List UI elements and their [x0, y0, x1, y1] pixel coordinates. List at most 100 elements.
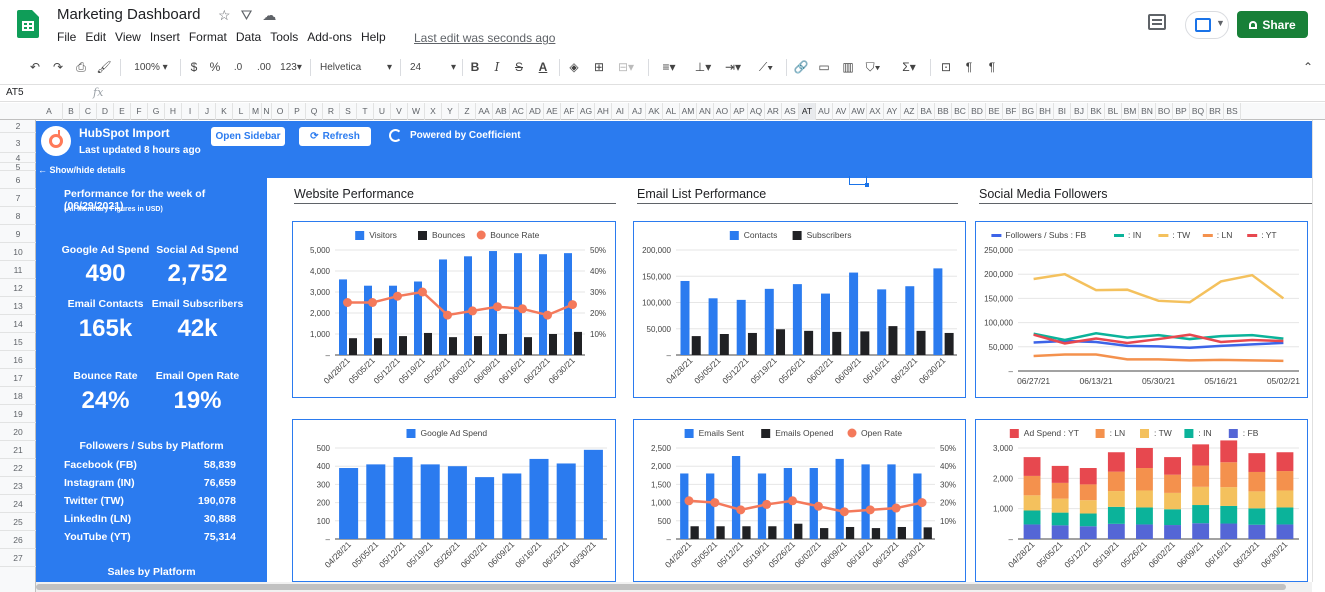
borders-icon[interactable]: ⊞ — [591, 56, 607, 78]
row-header[interactable]: 13 — [0, 297, 36, 315]
column-header[interactable]: I — [182, 103, 199, 120]
column-header[interactable]: AS — [782, 103, 799, 120]
column-header[interactable]: J — [199, 103, 216, 120]
column-header[interactable]: C — [80, 103, 97, 120]
insert-chart-icon[interactable]: ▥ — [840, 56, 856, 78]
column-header[interactable]: S — [340, 103, 357, 120]
column-header[interactable]: AN — [697, 103, 714, 120]
undo-icon[interactable]: ↶ — [27, 56, 43, 78]
column-header[interactable]: O — [272, 103, 289, 120]
row-header[interactable]: 12 — [0, 279, 36, 297]
row-header[interactable]: 15 — [0, 333, 36, 351]
menu-addons[interactable]: Add-ons — [307, 30, 358, 44]
filter-icon[interactable]: ⛉▾ — [862, 56, 884, 78]
show-hide-details[interactable]: ← Show/hide details — [38, 165, 126, 175]
column-header[interactable]: AD — [527, 103, 544, 120]
column-header[interactable]: AA — [476, 103, 493, 120]
merge-cells-icon[interactable]: ⊟▾ — [614, 56, 638, 78]
vertical-scrollbar[interactable] — [1312, 120, 1325, 582]
scrollbar-thumb[interactable] — [36, 584, 1286, 590]
column-header[interactable]: BN — [1139, 103, 1156, 120]
column-header[interactable]: BP — [1173, 103, 1190, 120]
currency-button[interactable]: $ — [187, 56, 201, 78]
redo-icon[interactable]: ↷ — [50, 56, 66, 78]
bold-button[interactable]: B — [468, 56, 482, 78]
column-header[interactable]: BC — [952, 103, 969, 120]
ad-spend-by-platform-chart[interactable]: Ad Spend : YT: LN: TW: IN: FB 3,000 2,000 1… — [975, 419, 1308, 582]
menu-view[interactable]: View — [115, 30, 147, 44]
row-header[interactable]: 14 — [0, 315, 36, 333]
row-header[interactable]: 23 — [0, 477, 36, 495]
functions-button[interactable]: Σ ▾ — [898, 56, 920, 78]
font-select[interactable]: Helvetica ▾ — [320, 56, 392, 78]
column-header[interactable]: L — [233, 103, 250, 120]
comment-history-icon[interactable] — [1148, 14, 1166, 30]
column-header[interactable]: AK — [646, 103, 663, 120]
column-header[interactable]: M — [250, 103, 262, 120]
column-header[interactable]: BB — [935, 103, 952, 120]
column-header[interactable]: BR — [1207, 103, 1224, 120]
column-header[interactable]: H — [165, 103, 182, 120]
column-header[interactable]: AB — [493, 103, 510, 120]
column-header[interactable]: AC — [510, 103, 527, 120]
row-header[interactable]: 24 — [0, 495, 36, 513]
column-header[interactable]: N — [262, 103, 272, 120]
more-formats-select[interactable]: 123 ▾ — [277, 56, 305, 78]
fill-color-icon[interactable]: ◈ — [566, 56, 582, 78]
font-size-select[interactable]: 24 ▾ — [410, 56, 456, 78]
column-header[interactable]: G — [148, 103, 165, 120]
column-header[interactable]: Y — [442, 103, 459, 120]
column-header[interactable]: AY — [884, 103, 901, 120]
row-header[interactable]: 16 — [0, 351, 36, 369]
present-button[interactable]: ▼ — [1185, 11, 1229, 39]
column-header[interactable]: AW — [850, 103, 867, 120]
menu-data[interactable]: Data — [236, 30, 267, 44]
strikethrough-button[interactable]: S — [512, 56, 526, 78]
collapse-toolbar-icon[interactable]: ⌃ — [1300, 56, 1316, 78]
email-list-chart[interactable]: Contacts Subscribers 200,000 150,000 100,000… — [633, 221, 966, 398]
menu-help[interactable]: Help — [361, 30, 392, 44]
column-header[interactable]: AL — [663, 103, 680, 120]
column-header[interactable]: AX — [867, 103, 884, 120]
column-header[interactable]: BO — [1156, 103, 1173, 120]
open-sidebar-button[interactable]: Open Sidebar — [211, 127, 285, 146]
last-edit-link[interactable]: Last edit was seconds ago — [414, 31, 555, 45]
column-header[interactable]: BS — [1224, 103, 1241, 120]
rtl-icon[interactable]: ¶ — [984, 56, 1000, 78]
column-header[interactable]: BM — [1122, 103, 1139, 120]
decrease-decimal-button[interactable]: .0 — [229, 56, 247, 78]
column-header[interactable]: B — [63, 103, 80, 120]
column-header[interactable]: AZ — [901, 103, 918, 120]
column-header[interactable]: BA — [918, 103, 935, 120]
menu-edit[interactable]: Edit — [85, 30, 112, 44]
menu-format[interactable]: Format — [189, 30, 233, 44]
column-header[interactable]: BK — [1088, 103, 1105, 120]
column-header[interactable]: AG — [578, 103, 595, 120]
ltr-icon[interactable]: ¶ — [961, 56, 977, 78]
text-color-button[interactable]: A — [536, 56, 550, 78]
menu-insert[interactable]: Insert — [150, 30, 186, 44]
column-header[interactable]: X — [425, 103, 442, 120]
cloud-status-icon[interactable]: ☁ — [262, 7, 276, 24]
column-header[interactable]: BD — [969, 103, 986, 120]
cell-selection[interactable] — [849, 176, 869, 187]
row-header[interactable]: 8 — [0, 207, 36, 225]
column-header[interactable]: AE — [544, 103, 561, 120]
column-header[interactable]: A — [36, 103, 63, 120]
percent-button[interactable]: % — [208, 56, 222, 78]
column-header[interactable]: AT — [799, 103, 816, 120]
column-header[interactable]: AV — [833, 103, 850, 120]
column-header[interactable]: F — [131, 103, 148, 120]
column-header[interactable]: R — [323, 103, 340, 120]
document-title[interactable]: Marketing Dashboard — [57, 6, 200, 23]
column-header[interactable]: BQ — [1190, 103, 1207, 120]
increase-decimal-button[interactable]: .00 — [253, 56, 275, 78]
row-header[interactable]: 25 — [0, 513, 36, 531]
row-header[interactable]: 27 — [0, 549, 36, 567]
column-header[interactable]: BI — [1054, 103, 1071, 120]
horizontal-align-icon[interactable]: ≡▾ — [658, 56, 680, 78]
share-button[interactable]: Share — [1237, 11, 1308, 38]
row-header[interactable]: 3 — [0, 133, 36, 153]
text-rotation-icon[interactable]: ⟋▾ — [754, 56, 778, 78]
paint-format-icon[interactable]: 🖌 — [96, 56, 112, 78]
